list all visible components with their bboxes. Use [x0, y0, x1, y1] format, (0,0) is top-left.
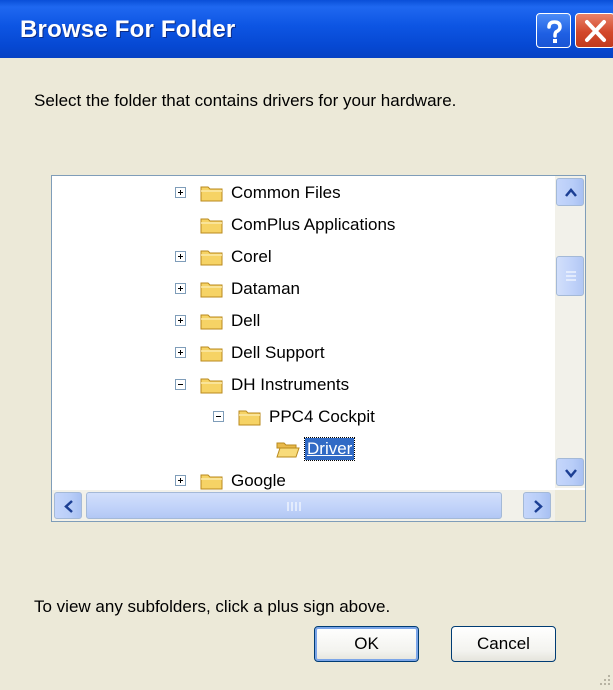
tree-node[interactable]: Corel — [52, 242, 552, 272]
expand-plus-icon[interactable] — [175, 283, 186, 294]
tree-node[interactable]: Dell Support — [52, 338, 552, 368]
vertical-scrollbar[interactable] — [555, 176, 585, 488]
tree-node[interactable]: DH Instruments — [52, 370, 552, 400]
instruction-text: Select the folder that contains drivers … — [34, 91, 457, 110]
tree-node-label: Dell — [231, 311, 261, 330]
grip-lines-icon — [287, 502, 301, 511]
tree-node[interactable]: ComPlus Applications — [52, 210, 552, 240]
expand-plus-icon[interactable] — [175, 475, 186, 486]
tree-node-label: DH Instruments — [231, 375, 350, 394]
window-title: Browse For Folder — [20, 16, 236, 43]
question-mark-icon — [547, 20, 562, 43]
expand-plus-icon[interactable] — [175, 187, 186, 198]
tree-node-selected[interactable]: Driver — [52, 434, 552, 464]
horizontal-scrollbar[interactable] — [52, 490, 555, 521]
tree-node-label: PPC4 Cockpit — [269, 407, 375, 426]
grip-lines-icon — [566, 271, 576, 281]
scroll-left-button[interactable] — [54, 492, 82, 519]
tree-node-label: Google — [231, 471, 286, 490]
folder-icon — [200, 282, 223, 298]
chevron-left-icon — [64, 500, 73, 513]
tree-node-label: Driver — [303, 437, 356, 461]
title-bar[interactable]: Browse For Folder — [0, 0, 613, 58]
cancel-button[interactable]: Cancel — [451, 626, 556, 662]
tree-node-label: Corel — [231, 247, 272, 266]
tree-node-label: ComPlus Applications — [231, 215, 396, 234]
close-button[interactable] — [575, 13, 613, 48]
folder-icon — [200, 186, 223, 202]
folder-icon — [200, 346, 223, 362]
folder-icon — [200, 218, 223, 234]
folder-tree[interactable]: Common Files ComPlus Applications Corel Dat… — [51, 175, 586, 522]
close-x-icon — [585, 20, 606, 42]
scroll-down-button[interactable] — [556, 458, 584, 486]
tree-node[interactable]: Dataman — [52, 274, 552, 304]
chevron-right-icon — [534, 500, 543, 513]
folder-icon — [238, 410, 261, 426]
tree-node-label: Dataman — [231, 279, 300, 298]
scroll-right-button[interactable] — [523, 492, 551, 519]
horizontal-scroll-thumb[interactable] — [86, 492, 502, 519]
scroll-up-button[interactable] — [556, 178, 584, 206]
expand-plus-icon[interactable] — [175, 251, 186, 262]
tree-node-label: Dell Support — [231, 343, 325, 362]
chevron-down-icon — [565, 469, 577, 478]
tree-node[interactable]: Common Files — [52, 178, 552, 208]
folder-icon — [200, 250, 223, 266]
ok-button[interactable]: OK — [314, 626, 419, 662]
tree-node[interactable]: PPC4 Cockpit — [52, 402, 552, 432]
resize-grip-icon[interactable] — [596, 673, 612, 689]
help-button[interactable] — [536, 13, 571, 48]
browse-for-folder-dialog: Browse For Folder Select the folder that… — [0, 0, 613, 690]
hint-text: To view any subfolders, click a plus sig… — [34, 597, 391, 616]
scroll-corner — [555, 490, 585, 521]
folder-icon — [200, 474, 223, 490]
collapse-minus-icon[interactable] — [213, 411, 224, 422]
tree-node-label: Common Files — [231, 183, 341, 202]
tree-node[interactable]: Dell — [52, 306, 552, 336]
open-folder-icon — [276, 442, 300, 458]
vertical-scroll-thumb[interactable] — [556, 256, 584, 296]
folder-icon — [200, 314, 223, 330]
folder-icon — [200, 378, 223, 394]
expand-plus-icon[interactable] — [175, 347, 186, 358]
collapse-minus-icon[interactable] — [175, 379, 186, 390]
expand-plus-icon[interactable] — [175, 315, 186, 326]
chevron-up-icon — [565, 188, 577, 197]
